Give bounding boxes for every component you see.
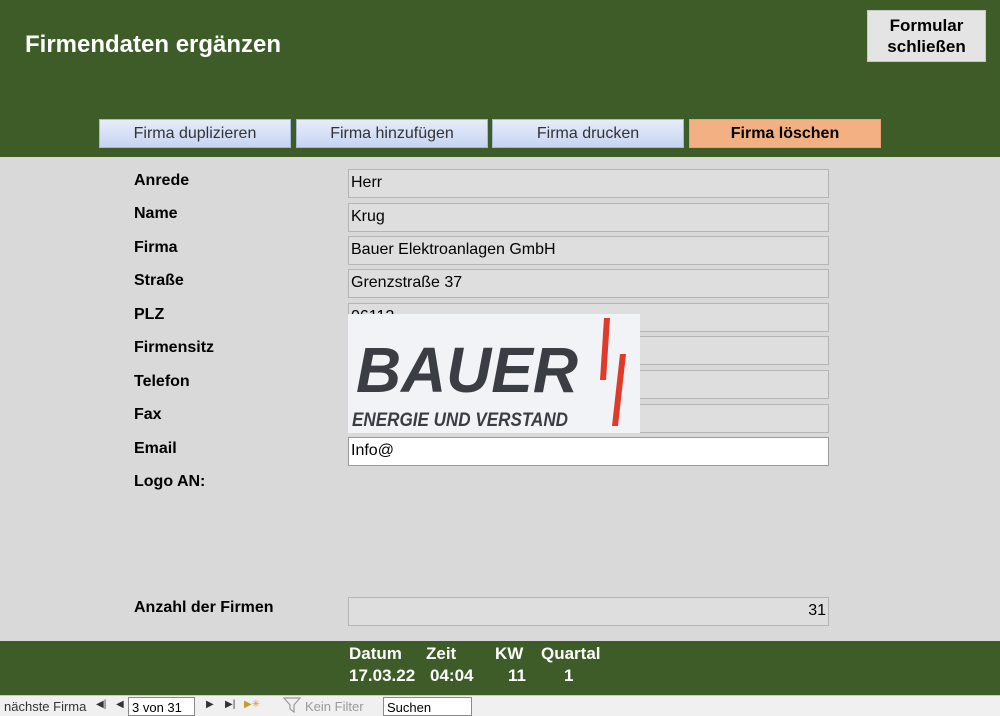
filter-status-label[interactable]: Kein Filter bbox=[305, 699, 364, 714]
add-company-button[interactable]: Firma hinzufügen bbox=[296, 119, 488, 148]
firma-field[interactable]: Bauer Elektroanlagen GmbH bbox=[348, 236, 829, 265]
quartal-value: 1 bbox=[564, 666, 574, 685]
delete-company-button[interactable]: Firma löschen bbox=[689, 119, 881, 148]
footer-bar: Datum 17.03.22 Zeit 04:04 KW 11 Quartal … bbox=[0, 641, 1000, 695]
quartal-label: Quartal bbox=[541, 644, 601, 663]
firmensitz-label: Firmensitz bbox=[134, 339, 215, 356]
plz-label: PLZ bbox=[134, 306, 165, 323]
bauer-logo-svg: BAUER ENERGIE UND VERSTAND bbox=[352, 318, 626, 431]
zeit-label: Zeit bbox=[426, 644, 457, 663]
close-form-button[interactable]: Formular schließen bbox=[867, 10, 986, 62]
record-navigation-bar: nächste Firma ◀| ◀ 3 von 31 ▶ ▶| ▶✳ Kein… bbox=[0, 695, 1000, 716]
next-record-icon[interactable]: ▶ bbox=[206, 699, 214, 710]
datum-label: Datum bbox=[349, 644, 402, 663]
telefon-label: Telefon bbox=[134, 373, 190, 390]
logo-accent-stroke bbox=[612, 354, 626, 426]
strasse-field[interactable]: Grenzstraße 37 bbox=[348, 269, 829, 298]
close-form-label-line2: schließen bbox=[887, 37, 966, 56]
name-field[interactable]: Krug bbox=[348, 203, 829, 232]
new-record-icon[interactable]: ▶✳ bbox=[244, 699, 260, 710]
logo-tagline-text: ENERGIE UND VERSTAND bbox=[352, 410, 568, 431]
anrede-field[interactable]: Herr bbox=[348, 169, 829, 198]
datum-value: 17.03.22 bbox=[349, 666, 416, 685]
next-record-label: nächste Firma bbox=[4, 699, 87, 714]
form-window: Firmendaten ergänzen Formular schließen … bbox=[0, 0, 1000, 716]
funnel-icon bbox=[282, 697, 302, 714]
logo-label: Logo AN: bbox=[134, 473, 206, 490]
firma-label: Firma bbox=[134, 239, 178, 256]
last-record-icon[interactable]: ▶| bbox=[225, 699, 235, 710]
kw-label: KW bbox=[495, 644, 524, 663]
record-position-input[interactable]: 3 von 31 bbox=[128, 697, 195, 716]
kw-value: 11 bbox=[508, 666, 526, 685]
company-count-field: 31 bbox=[348, 597, 829, 626]
email-label: Email bbox=[134, 440, 177, 457]
name-label: Name bbox=[134, 205, 178, 222]
header-bar: Firmendaten ergänzen Formular schließen … bbox=[0, 0, 1000, 157]
logo-brand-text: BAUER bbox=[356, 334, 578, 406]
print-company-button[interactable]: Firma drucken bbox=[492, 119, 684, 148]
search-input[interactable]: Suchen bbox=[383, 697, 472, 716]
page-title: Firmendaten ergänzen bbox=[25, 31, 282, 58]
strasse-label: Straße bbox=[134, 272, 184, 289]
previous-record-icon[interactable]: ◀ bbox=[116, 699, 124, 710]
email-field[interactable]: Info@ bbox=[348, 437, 829, 466]
logo-accent-stroke bbox=[600, 318, 610, 380]
duplicate-company-button[interactable]: Firma duplizieren bbox=[99, 119, 291, 148]
company-logo: BAUER ENERGIE UND VERSTAND bbox=[348, 314, 640, 433]
fax-label: Fax bbox=[134, 406, 162, 423]
filter-icon bbox=[282, 697, 303, 716]
first-record-icon[interactable]: ◀| bbox=[96, 699, 106, 710]
company-count-label: Anzahl der Firmen bbox=[134, 599, 274, 616]
zeit-value: 04:04 bbox=[430, 666, 474, 685]
close-form-label-line1: Formular bbox=[889, 16, 964, 35]
anrede-label: Anrede bbox=[134, 172, 190, 189]
